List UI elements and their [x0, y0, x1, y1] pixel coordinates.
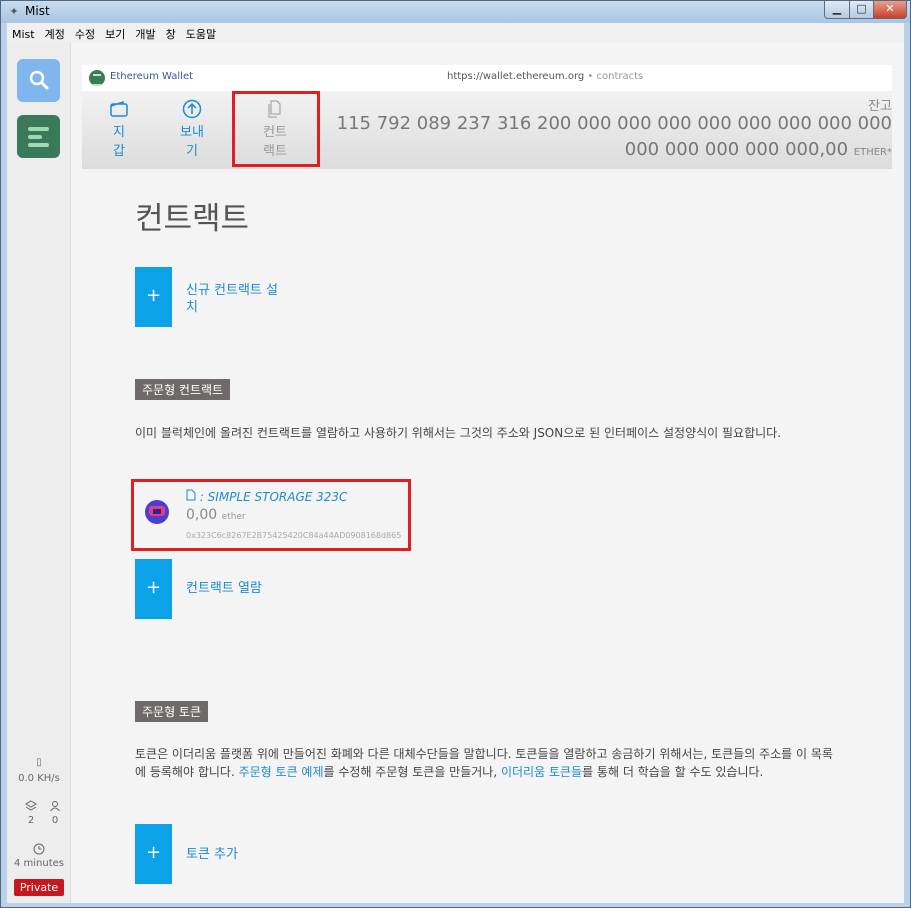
app-name: Ethereum Wallet: [110, 71, 194, 82]
custom-contracts-heading: 주문형 컨트랙트: [135, 379, 231, 400]
ethereum-tokens-link[interactable]: 이더리움 토큰들: [501, 765, 582, 779]
example-token-link[interactable]: 주문형 토큰 예제: [239, 765, 324, 779]
clock-icon: [33, 843, 45, 855]
menu-help[interactable]: 도움말: [181, 23, 221, 42]
mist-app-icon: ✦: [9, 5, 19, 18]
window-title: Mist: [25, 4, 50, 18]
last-block-stat: 4 minutes: [7, 843, 71, 869]
menu-bar: Mist 계정 수정 보기 개발 창 도움말: [7, 23, 904, 43]
wallet-icon: [110, 100, 128, 117]
plus-icon: +: [135, 559, 172, 619]
wallet-header: 지 갑 보내 기 컨트 랙트 잔고 115 792 089 237 316 20…: [82, 91, 892, 169]
contracts-tab-highlight: [232, 91, 320, 167]
wallet-app-button[interactable]: [17, 115, 60, 158]
ethereum-wallet-icon: [89, 70, 105, 86]
balance-value: 115 792 089 237 316 200 000 000 000 000 …: [332, 111, 892, 166]
menu-accounts[interactable]: 계정: [40, 23, 70, 42]
watch-contract-label: 컨트랙트 열람: [186, 581, 262, 596]
sidebar: ▯ 0.0 KH/s 2 0 4 minutes Private: [7, 43, 71, 903]
network-badge: Private: [14, 879, 64, 896]
address-bar[interactable]: Ethereum Wallet https://wallet.ethereum.…: [82, 65, 892, 91]
balance-unit: ETHER*: [853, 147, 892, 158]
add-token-button[interactable]: + 토큰 추가: [135, 824, 435, 884]
url-host: https://wallet.ethereum.org: [447, 71, 585, 82]
title-bar: ✦ Mist ▁ □ ✕: [1, 1, 910, 23]
maximize-button[interactable]: □: [849, 1, 874, 19]
tab-send[interactable]: 보내 기: [162, 99, 222, 159]
custom-tokens-description: 토큰은 이더리움 플랫폼 위에 만들어진 화폐와 다른 대체수단들을 말합니다.…: [135, 745, 835, 781]
tab-wallets-label: 지 갑: [113, 125, 125, 159]
plus-icon: +: [135, 267, 172, 327]
minimize-button[interactable]: ▁: [824, 1, 850, 19]
wallet-logo-bar: [28, 143, 49, 147]
app-window: ✦ Mist ▁ □ ✕ Mist 계정 수정 보기 개발 창 도움말 ▯ 0.0 KH/s…: [0, 0, 911, 908]
peer-count: 0: [51, 815, 59, 826]
mining-icon: ▯: [36, 757, 42, 768]
plus-icon: +: [135, 824, 172, 884]
balance-amount: 115 792 089 237 316 200 000 000 000 000 …: [336, 113, 892, 160]
wallet-logo-icon: [28, 127, 49, 131]
tab-send-label: 보내 기: [180, 125, 204, 159]
deploy-contract-button[interactable]: + 신규 컨트랙트 설 치: [135, 267, 435, 327]
last-block-time: 4 minutes: [13, 858, 65, 869]
page-title: 컨트랙트: [135, 201, 250, 237]
watch-contract-button[interactable]: + 컨트랙트 열람: [135, 559, 435, 619]
menu-view[interactable]: 보기: [100, 23, 130, 42]
client-area: ▯ 0.0 KH/s 2 0 4 minutes Private Ethereu…: [7, 43, 904, 903]
menu-window[interactable]: 창: [161, 23, 181, 42]
tokens-text: 를 통해 더 학습을 할 수도 있습니다.: [582, 765, 764, 779]
menu-edit[interactable]: 수정: [70, 23, 100, 42]
deploy-contract-label: 신규 컨트랙트 설 치: [186, 283, 278, 315]
browser-search-button[interactable]: [17, 59, 60, 102]
tokens-text: 를 수정해 주문형 토큰을 만들거나,: [323, 765, 501, 779]
search-icon: [29, 70, 48, 90]
url-path: • contracts: [584, 71, 644, 82]
peers-icon: [50, 801, 60, 812]
custom-tokens-heading: 주문형 토큰: [135, 701, 209, 722]
wallet-view: Ethereum Wallet https://wallet.ethereum.…: [71, 43, 904, 903]
add-token-label: 토큰 추가: [186, 847, 238, 862]
close-button[interactable]: ✕: [873, 1, 907, 19]
url-text: https://wallet.ethereum.org • contracts: [447, 71, 643, 82]
menu-mist[interactable]: Mist: [7, 25, 40, 41]
contract-highlight: [131, 479, 411, 551]
menu-develop[interactable]: 개발: [130, 23, 160, 42]
wallet-logo-bar: [28, 135, 42, 139]
arrow-up-circle-icon: [182, 99, 202, 119]
tab-wallets[interactable]: 지 갑: [89, 99, 149, 159]
custom-contracts-description: 이미 블럭체인에 올려진 컨트랙트를 열람하고 사용하기 위해서는 그것의 주소…: [135, 426, 782, 440]
hashrate-text: 0.0 KH/s: [18, 773, 60, 784]
